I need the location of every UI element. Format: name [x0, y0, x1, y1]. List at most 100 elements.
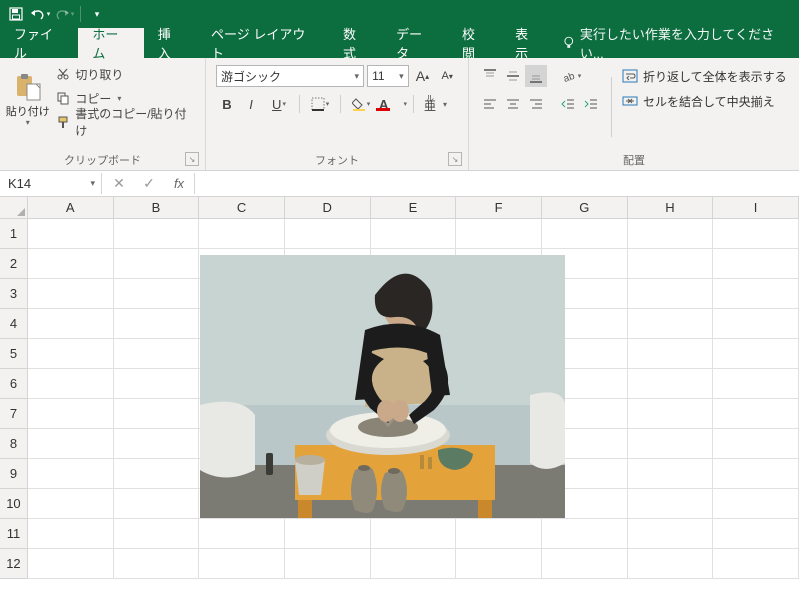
cell[interactable]: [713, 519, 799, 549]
increase-indent-icon[interactable]: [580, 93, 602, 115]
cell[interactable]: [628, 549, 714, 579]
cell[interactable]: [28, 459, 114, 489]
cell[interactable]: [713, 459, 799, 489]
cell[interactable]: [713, 549, 799, 579]
cell[interactable]: [713, 489, 799, 519]
cell[interactable]: [114, 459, 200, 489]
cell[interactable]: [713, 399, 799, 429]
cell[interactable]: [628, 369, 714, 399]
tab-pagelayout[interactable]: ページ レイアウト: [197, 28, 329, 58]
cell[interactable]: [114, 339, 200, 369]
cell[interactable]: [713, 369, 799, 399]
cell[interactable]: [628, 429, 714, 459]
border-button[interactable]: ▾: [305, 93, 335, 115]
cell[interactable]: [285, 219, 371, 249]
undo-icon[interactable]: ▾: [29, 3, 51, 25]
align-top-icon[interactable]: [479, 65, 501, 87]
name-box[interactable]: K14▾: [2, 173, 102, 194]
cell[interactable]: [28, 309, 114, 339]
cell[interactable]: [628, 489, 714, 519]
cell[interactable]: [628, 249, 714, 279]
cell[interactable]: [114, 519, 200, 549]
enter-icon[interactable]: ✓: [134, 175, 164, 192]
cell[interactable]: [28, 489, 114, 519]
bold-button[interactable]: B: [216, 93, 238, 115]
save-icon[interactable]: [5, 3, 27, 25]
cell[interactable]: [713, 219, 799, 249]
tab-home[interactable]: ホーム: [78, 28, 143, 58]
cell[interactable]: [456, 519, 542, 549]
tab-review[interactable]: 校閲: [448, 28, 501, 58]
cell[interactable]: [628, 339, 714, 369]
cell[interactable]: [713, 429, 799, 459]
tab-insert[interactable]: 挿入: [144, 28, 197, 58]
cell[interactable]: [28, 279, 114, 309]
cell[interactable]: [114, 309, 200, 339]
cell[interactable]: [371, 549, 457, 579]
fill-color-button[interactable]: ▾: [346, 93, 376, 115]
cell[interactable]: [542, 549, 628, 579]
font-color-button[interactable]: A▾: [378, 93, 408, 115]
cell[interactable]: [628, 219, 714, 249]
formula-input[interactable]: [195, 171, 799, 196]
cell[interactable]: [28, 249, 114, 279]
row-header[interactable]: 3: [0, 279, 28, 309]
cell[interactable]: [285, 519, 371, 549]
cell[interactable]: [542, 519, 628, 549]
cell[interactable]: [28, 369, 114, 399]
decrease-font-icon[interactable]: A▾: [436, 65, 458, 87]
row-header[interactable]: 1: [0, 219, 28, 249]
align-left-icon[interactable]: [479, 93, 501, 115]
paste-button[interactable]: 貼り付け ▾: [4, 61, 51, 136]
orientation-button[interactable]: ab▾: [557, 65, 587, 87]
align-center-icon[interactable]: [502, 93, 524, 115]
col-header[interactable]: F: [456, 197, 542, 218]
font-name-combo[interactable]: 游ゴシック▾: [216, 65, 364, 87]
cell[interactable]: [199, 549, 285, 579]
align-right-icon[interactable]: [525, 93, 547, 115]
cell[interactable]: [28, 519, 114, 549]
cell[interactable]: [628, 399, 714, 429]
format-painter-button[interactable]: 書式のコピー/貼り付け: [55, 111, 197, 133]
cell[interactable]: [199, 219, 285, 249]
wrap-text-button[interactable]: 折り返して全体を表示する: [621, 65, 787, 87]
cell[interactable]: [28, 399, 114, 429]
cell[interactable]: [199, 519, 285, 549]
decrease-indent-icon[interactable]: [557, 93, 579, 115]
cell[interactable]: [628, 519, 714, 549]
italic-button[interactable]: I: [240, 93, 262, 115]
cell[interactable]: [542, 219, 628, 249]
cell[interactable]: [713, 339, 799, 369]
row-header[interactable]: 6: [0, 369, 28, 399]
row-header[interactable]: 5: [0, 339, 28, 369]
tell-me-search[interactable]: 実行したい作業を入力してください...: [554, 28, 799, 58]
col-header[interactable]: H: [628, 197, 714, 218]
cell[interactable]: [285, 549, 371, 579]
cell[interactable]: [114, 549, 200, 579]
cell[interactable]: [713, 279, 799, 309]
row-header[interactable]: 10: [0, 489, 28, 519]
align-middle-icon[interactable]: [502, 65, 524, 87]
col-header[interactable]: G: [542, 197, 628, 218]
cancel-icon[interactable]: ✕: [104, 175, 134, 192]
tab-file[interactable]: ファイル: [0, 28, 78, 58]
font-size-combo[interactable]: 11▾: [367, 65, 409, 87]
cell[interactable]: [114, 399, 200, 429]
merge-center-button[interactable]: セルを結合して中央揃え: [621, 90, 787, 112]
row-header[interactable]: 12: [0, 549, 28, 579]
row-header[interactable]: 9: [0, 459, 28, 489]
cell[interactable]: [371, 219, 457, 249]
col-header[interactable]: A: [28, 197, 114, 218]
select-all-corner[interactable]: [0, 197, 28, 218]
cell[interactable]: [28, 219, 114, 249]
row-header[interactable]: 8: [0, 429, 28, 459]
cell[interactable]: [628, 459, 714, 489]
cut-button[interactable]: 切り取り: [55, 63, 197, 85]
row-header[interactable]: 4: [0, 309, 28, 339]
underline-button[interactable]: U▾: [264, 93, 294, 115]
cell[interactable]: [28, 429, 114, 459]
cell[interactable]: [114, 279, 200, 309]
align-bottom-icon[interactable]: [525, 65, 547, 87]
col-header[interactable]: I: [713, 197, 799, 218]
col-header[interactable]: E: [371, 197, 457, 218]
